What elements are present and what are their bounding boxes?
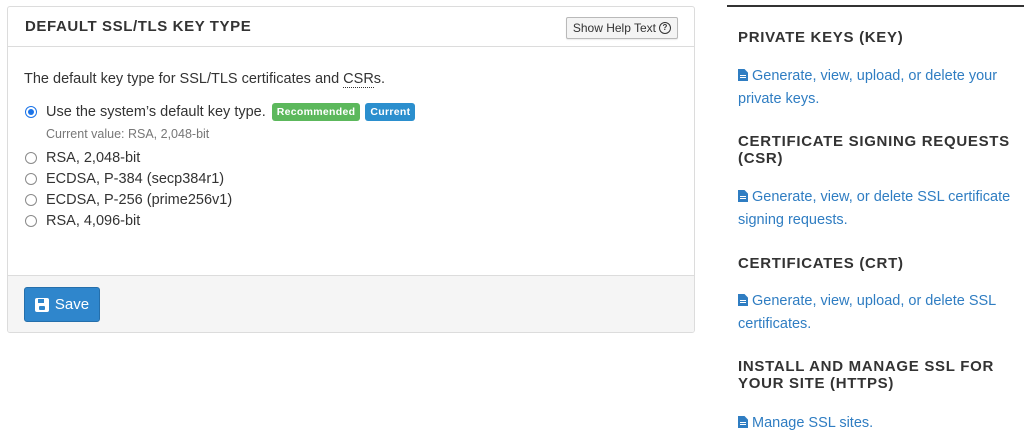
- recommended-badge: Recommended: [271, 103, 361, 121]
- ssl-sidebar: PRIVATE KEYS (KEY) Generate, view, uploa…: [727, 0, 1024, 433]
- document-icon: [738, 416, 748, 428]
- option-system-default[interactable]: Use the system’s default key type. Recom…: [25, 102, 416, 122]
- radio-ecdsa-p384[interactable]: [25, 173, 37, 185]
- link-text: Generate, view, or delete SSL certificat…: [738, 189, 1011, 228]
- panel-body: The default key type for SSL/TLS certifi…: [8, 48, 694, 282]
- key-type-panel: DEFAULT SSL/TLS KEY TYPE Show Help Text …: [7, 6, 695, 333]
- link-certificates[interactable]: Generate, view, upload, or delete SSL ce…: [738, 290, 1024, 336]
- save-button[interactable]: Save: [24, 287, 100, 322]
- help-button-label: Show Help Text: [572, 21, 656, 35]
- radio-ecdsa-p256[interactable]: [25, 194, 37, 206]
- save-button-label: Save: [54, 296, 90, 313]
- heading-csr: CERTIFICATE SIGNING REQUESTS (CSR): [738, 133, 1010, 167]
- option-ecdsa-p256[interactable]: ECDSA, P-256 (prime256v1): [25, 190, 232, 210]
- option-label: ECDSA, P-256 (prime256v1): [46, 192, 233, 208]
- current-badge: Current: [365, 103, 416, 121]
- option-ecdsa-p384[interactable]: ECDSA, P-384 (secp384r1): [25, 169, 224, 189]
- document-icon: [738, 190, 748, 202]
- option-label: RSA, 4,096-bit: [46, 213, 141, 229]
- link-manage-ssl-sites[interactable]: Manage SSL sites.: [738, 412, 1024, 435]
- show-help-text-button[interactable]: Show Help Text ?: [565, 17, 678, 39]
- option-label: ECDSA, P-384 (secp384r1): [46, 171, 225, 187]
- panel-header: DEFAULT SSL/TLS KEY TYPE Show Help Text …: [8, 7, 694, 47]
- option-label: RSA, 2,048-bit: [46, 150, 141, 166]
- link-private-keys[interactable]: Generate, view, upload, or delete your p…: [738, 65, 1024, 111]
- panel-footer: Save: [8, 275, 694, 332]
- radio-rsa-4096[interactable]: [25, 215, 37, 227]
- document-icon: [738, 294, 748, 306]
- link-csr[interactable]: Generate, view, or delete SSL certificat…: [738, 186, 1024, 232]
- radio-system-default[interactable]: [25, 106, 37, 118]
- option-rsa-4096[interactable]: RSA, 4,096-bit: [25, 211, 140, 231]
- panel-title: DEFAULT SSL/TLS KEY TYPE: [25, 18, 252, 35]
- intro-text: The default key type for SSL/TLS certifi…: [24, 71, 386, 88]
- floppy-disk-icon: [34, 297, 49, 312]
- heading-install-manage-ssl: INSTALL AND MANAGE SSL FOR YOUR SITE (HT…: [738, 358, 994, 392]
- current-value-text: Current value: RSA, 2,048-bit: [46, 127, 210, 141]
- link-text: Generate, view, upload, or delete SSL ce…: [738, 293, 996, 332]
- question-circle-icon: ?: [659, 22, 671, 34]
- document-icon: [738, 69, 748, 81]
- radio-rsa-2048[interactable]: [25, 152, 37, 164]
- heading-certificates: CERTIFICATES (CRT): [738, 255, 904, 272]
- option-label: Use the system’s default key type.: [46, 104, 266, 120]
- csr-abbreviation: CSR: [343, 71, 374, 88]
- link-text: Generate, view, upload, or delete your p…: [738, 68, 998, 107]
- link-text: Manage SSL sites.: [752, 415, 874, 431]
- heading-private-keys: PRIVATE KEYS (KEY): [738, 29, 904, 46]
- sidebar-divider: [727, 5, 1024, 7]
- option-rsa-2048[interactable]: RSA, 2,048-bit: [25, 148, 140, 168]
